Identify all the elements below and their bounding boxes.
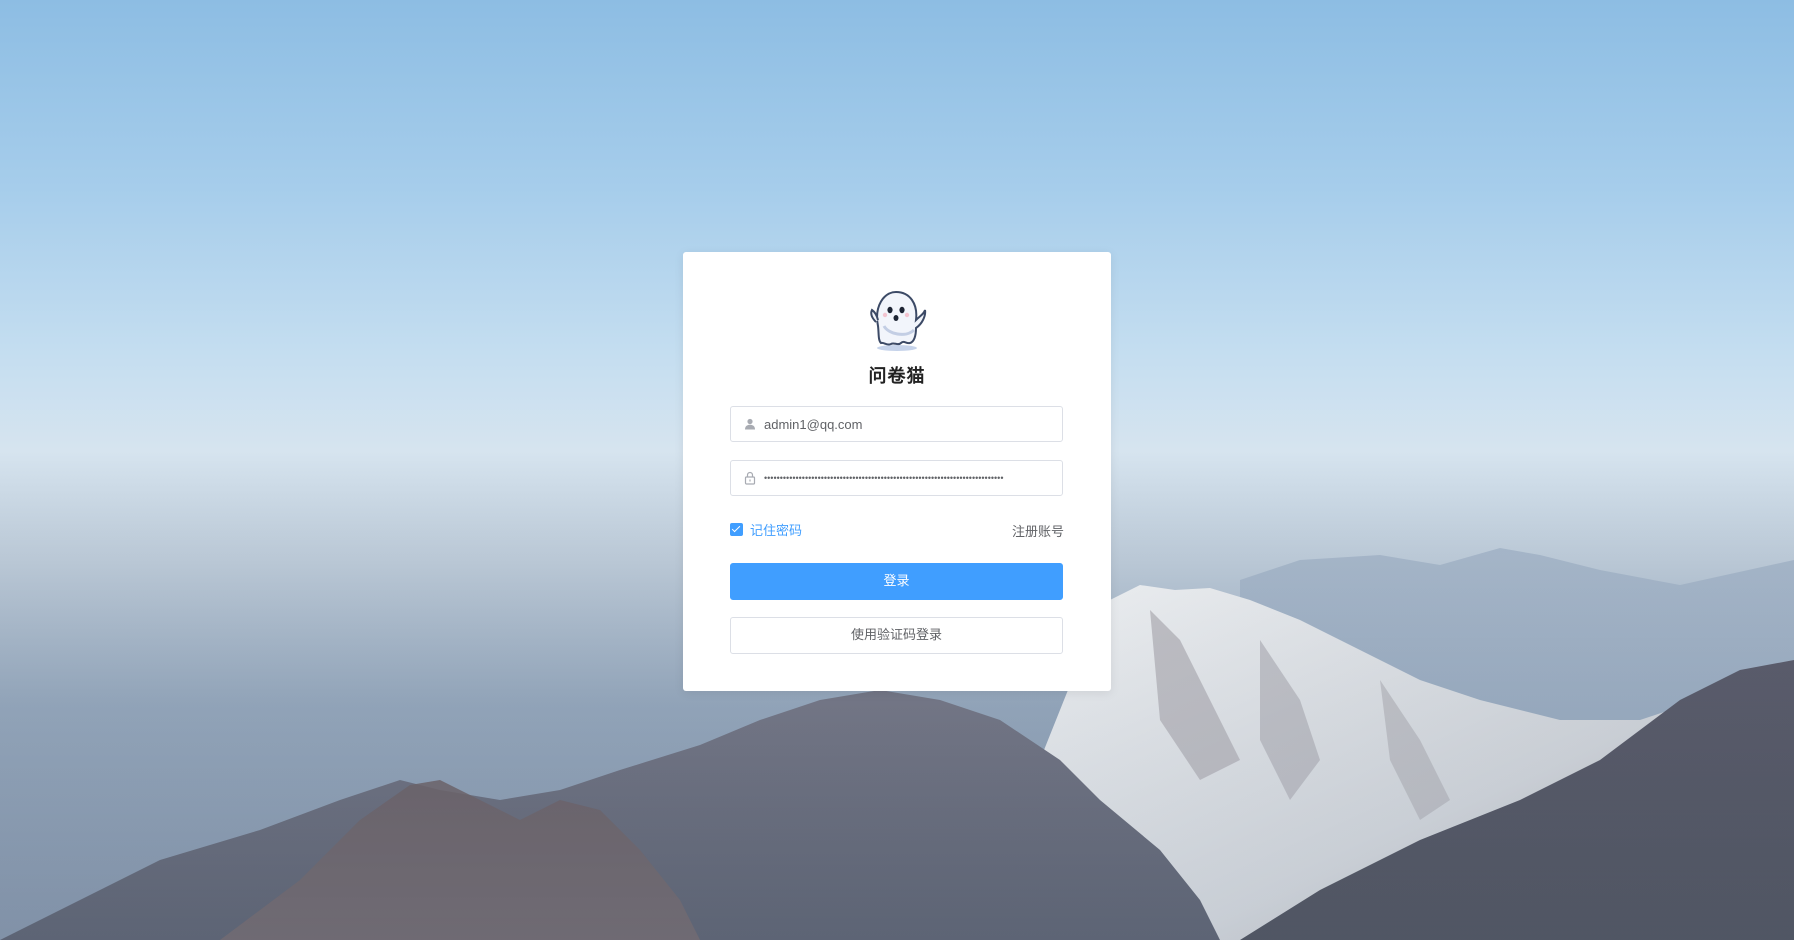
app-title: 问卷猫 <box>868 366 926 387</box>
username-field[interactable] <box>730 406 1063 442</box>
register-account-link[interactable]: 注册账号 <box>1012 521 1064 540</box>
password-input[interactable] <box>764 461 1054 495</box>
ghost-mascot-icon <box>870 290 927 351</box>
remember-password-label: 记住密码 <box>750 523 803 539</box>
lock-icon <box>744 471 756 485</box>
checkbox-checked-icon[interactable] <box>730 522 743 536</box>
user-icon <box>745 418 755 430</box>
login-card: 问卷猫 记住密码 注册账号 登录 使用验证码登录 <box>683 252 1111 691</box>
login-button[interactable]: 登录 <box>730 563 1063 600</box>
code-login-button[interactable]: 使用验证码登录 <box>730 617 1063 654</box>
username-input[interactable] <box>764 407 1054 441</box>
remember-password-checkbox[interactable]: 记住密码 <box>730 521 803 539</box>
password-field[interactable] <box>730 460 1063 496</box>
